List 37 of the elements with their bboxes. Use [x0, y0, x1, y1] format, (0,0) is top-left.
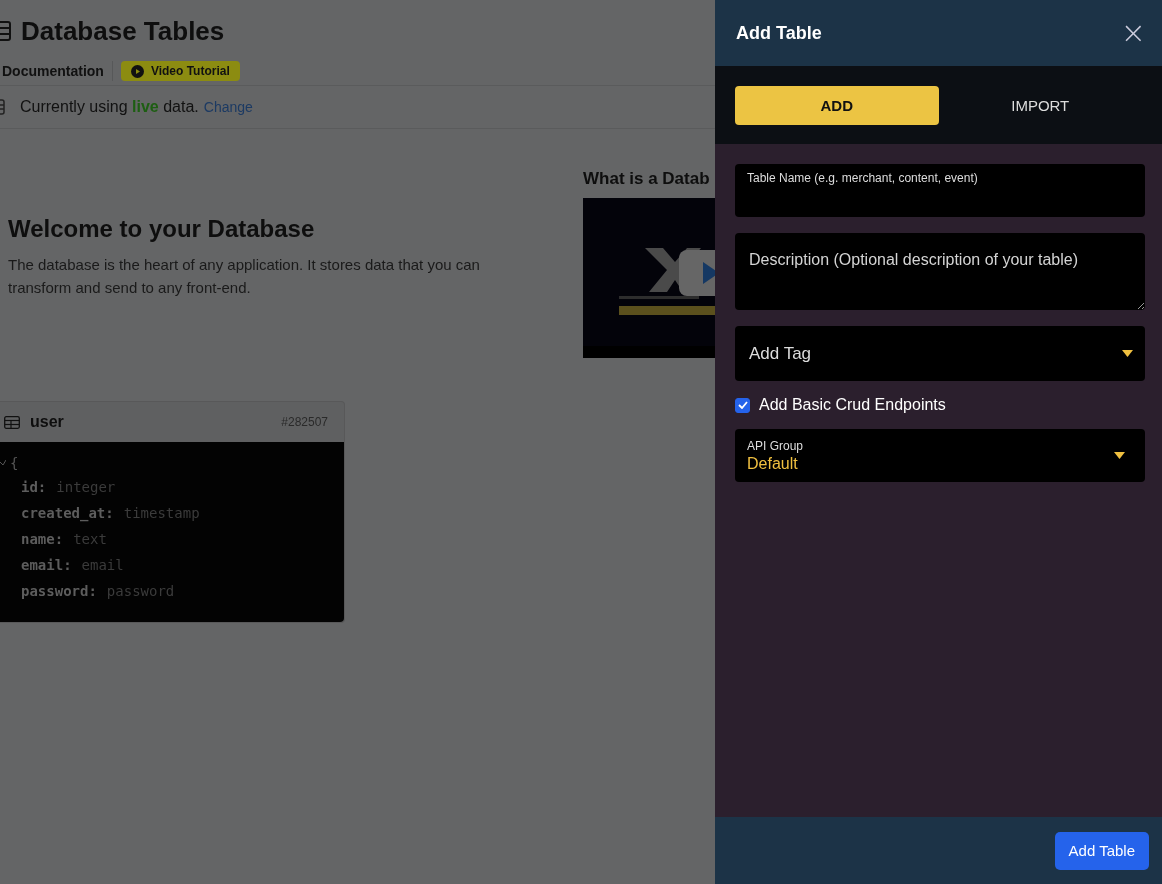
tag-select[interactable]: Add Tag [735, 326, 1145, 381]
table-icon [4, 415, 20, 429]
play-icon [130, 64, 144, 78]
table-name-field[interactable]: Table Name (e.g. merchant, content, event) [735, 164, 1145, 217]
tab[interactable]: IMPORT [938, 85, 1142, 125]
close-button[interactable]: × [1114, 17, 1152, 49]
field-type: text [73, 531, 107, 547]
checkbox-label: Add Basic Crud Endpoints [759, 396, 946, 414]
data-source-notice: Currently using live data. [20, 98, 199, 116]
welcome-heading: Welcome to your Database [8, 215, 316, 243]
api-group-select[interactable]: API Group Default [735, 429, 1145, 482]
video-heading: What is a Datab [583, 169, 711, 189]
checkbox[interactable] [735, 397, 750, 413]
field-type: email [81, 557, 124, 573]
caret-icon [1122, 350, 1133, 357]
chevron-icon[interactable] [0, 460, 6, 466]
database-icon [0, 21, 12, 41]
field-key: password: [21, 583, 97, 599]
field-key: name: [21, 531, 64, 547]
page-title: Database Tables [21, 15, 225, 47]
tab[interactable]: ADD [735, 85, 939, 125]
add-table-button[interactable]: Add Table [1054, 831, 1149, 870]
code-brace: { [10, 455, 19, 471]
field-key: email: [21, 557, 72, 573]
field-type: password [106, 583, 175, 599]
table-id: #282507 [281, 415, 328, 429]
field-type: timestamp [123, 505, 200, 521]
database-icon [0, 99, 6, 115]
table-name: user [30, 413, 64, 431]
drawer-title: Add Table [736, 22, 822, 44]
description-field[interactable]: Description (Optional description of your table) [735, 233, 1145, 310]
field-key: created_at: [21, 505, 114, 521]
field-type: integer [56, 479, 116, 495]
video-tutorial-button[interactable]: Video Tutorial [120, 61, 240, 81]
field-key: id: [21, 479, 47, 495]
welcome-text: The database is the heart of any application. It stores data that you can transform and send to any front-end. [8, 255, 481, 298]
caret-icon [1114, 452, 1125, 459]
